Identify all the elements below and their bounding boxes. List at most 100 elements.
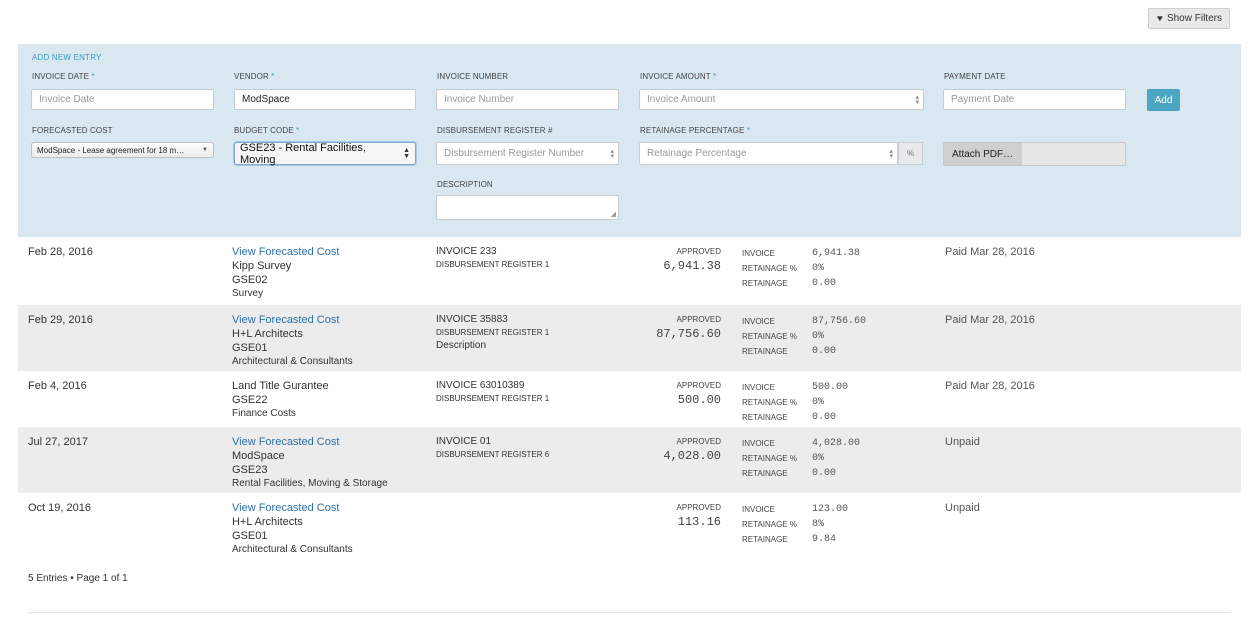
- disbursement-register: DISBURSEMENT REGISTER 1: [436, 328, 550, 337]
- invoice-amount-label: INVOICE: [742, 383, 775, 392]
- view-forecasted-cost-link[interactable]: View Forecasted Cost: [232, 501, 353, 515]
- retainage-input[interactable]: Retainage Percentage ▴ ▾: [639, 142, 898, 165]
- entry-date: Feb 29, 2016: [28, 314, 93, 326]
- entry-date: Feb 28, 2016: [28, 246, 93, 258]
- retainage-pct: 0%: [812, 453, 825, 464]
- budget-code: GSE01: [232, 342, 268, 354]
- forecasted-cost-select[interactable]: ModSpace - Lease agreement for 18 m… ▼: [31, 142, 214, 158]
- retainage-label: RETAINAGE: [742, 413, 788, 422]
- chevron-down-icon: ▼: [1154, 14, 1166, 23]
- attach-pdf-field[interactable]: Attach PDF…: [943, 142, 1126, 166]
- vendor-name: H+L Architects: [232, 328, 303, 340]
- disbursement-placeholder: Disbursement Register Number: [444, 148, 585, 159]
- resize-grip-icon[interactable]: ◢: [611, 210, 616, 218]
- status-badge: APPROVED: [676, 437, 721, 446]
- payment-status: Paid Mar 28, 2016: [945, 246, 1035, 258]
- table-row: Feb 29, 2016 View Forecasted Cost H+L Arc…: [18, 305, 1241, 371]
- select-arrows-icon: ▲ ▼: [403, 146, 410, 160]
- retainage-amount: 0.00: [812, 278, 837, 289]
- disbursement-input[interactable]: Disbursement Register Number ▴ ▾: [436, 142, 619, 165]
- budget-code-select[interactable]: GSE23 - Rental Facilities, Moving ▲ ▼: [234, 141, 416, 166]
- invoice-date-input[interactable]: Invoice Date: [31, 89, 214, 110]
- view-forecasted-cost-link[interactable]: View Forecasted Cost: [232, 245, 339, 259]
- invoice-date-label: INVOICE DATE *: [32, 72, 95, 81]
- retainage-pct-label: RETAINAGE %: [742, 398, 797, 407]
- retainage-pct: 0%: [812, 263, 825, 274]
- divider: [28, 612, 1230, 613]
- invoice-amount-label: INVOICE AMOUNT *: [640, 72, 717, 81]
- invoice-amount-label: INVOICE: [742, 317, 775, 326]
- budget-code: GSE22: [232, 394, 268, 406]
- pagination-info: 5 Entries • Page 1 of 1: [28, 573, 128, 584]
- status-badge: APPROVED: [676, 503, 721, 512]
- disbursement-register: DISBURSEMENT REGISTER 1: [436, 394, 550, 403]
- attach-pdf-button[interactable]: Attach PDF…: [944, 143, 1022, 165]
- view-forecasted-cost-link[interactable]: View Forecasted Cost: [232, 435, 388, 449]
- invoice-amount: 123.00: [812, 504, 849, 515]
- retainage-label: RETAINAGE: [742, 279, 788, 288]
- add-entry-title: ADD NEW ENTRY: [32, 53, 102, 62]
- retainage-pct-label: RETAINAGE %: [742, 332, 797, 341]
- vendor-name: Kipp Survey: [232, 260, 292, 272]
- invoice-amount-input[interactable]: Invoice Amount ▴ ▾: [639, 89, 924, 110]
- invoice-details: INVOICE 500.00 RETAINAGE % 0% RETAINAGE 0.0…: [742, 380, 848, 425]
- add-button[interactable]: Add: [1147, 89, 1180, 111]
- payment-status: Unpaid: [945, 436, 980, 448]
- invoice-number-input[interactable]: Invoice Number: [436, 89, 619, 110]
- chevron-down-icon: ▼: [202, 147, 208, 153]
- amount-cell: APPROVED 87,756.60: [618, 313, 721, 341]
- stepper-icon[interactable]: ▴ ▾: [915, 94, 919, 106]
- invoice-number-label: INVOICE NUMBER: [437, 72, 509, 81]
- retainage-label: RETAINAGE: [742, 347, 788, 356]
- retainage-amount: 0.00: [812, 346, 837, 357]
- retainage-pct: 0%: [812, 397, 825, 408]
- forecasted-cost-value: ModSpace - Lease agreement for 18 m…: [37, 145, 185, 155]
- entry-description: Description: [436, 340, 487, 351]
- budget-category: Architectural & Consultants: [232, 544, 353, 555]
- vendor-input[interactable]: ModSpace: [234, 89, 416, 110]
- invoice-details: INVOICE 123.00 RETAINAGE % 8% RETAINAGE 9.8…: [742, 502, 848, 547]
- retainage-pct: 0%: [812, 331, 825, 342]
- retainage-amount: 0.00: [812, 468, 837, 479]
- approved-amount: 113.16: [677, 515, 721, 529]
- invoice-details: INVOICE 4,028.00 RETAINAGE % 0% RETAINAGE 0…: [742, 436, 860, 481]
- description-label: DESCRIPTION: [437, 180, 493, 189]
- vendor-cell: View Forecasted Cost H+L Architects GSE01 A…: [232, 313, 353, 369]
- budget-code-value: GSE23 - Rental Facilities, Moving: [240, 141, 366, 166]
- payment-date-input[interactable]: Payment Date: [943, 89, 1126, 110]
- vendor-cell: View Forecasted Cost Kipp Survey GSE02 Surv…: [232, 245, 339, 301]
- retainage-pct: 8%: [812, 519, 825, 530]
- stepper-icon[interactable]: ▴ ▾: [610, 148, 614, 160]
- invoice-number: INVOICE 233: [436, 246, 497, 257]
- amount-cell: APPROVED 6,941.38: [618, 245, 721, 273]
- budget-category: Rental Facilities, Moving & Storage: [232, 478, 388, 489]
- entry-date: Jul 27, 2017: [28, 436, 88, 448]
- payment-status: Paid Mar 28, 2016: [945, 380, 1035, 392]
- description-textarea[interactable]: ◢: [436, 195, 619, 220]
- payment-date-label: PAYMENT DATE: [944, 72, 1006, 81]
- invoice-cell: INVOICE 63010389 DISBURSEMENT REGISTER 1: [436, 379, 549, 405]
- status-badge: APPROVED: [676, 381, 721, 390]
- show-filters-button[interactable]: ▼ Show Filters: [1148, 8, 1230, 29]
- approved-amount: 4,028.00: [663, 449, 721, 463]
- payment-status: Paid Mar 28, 2016: [945, 314, 1035, 326]
- disbursement-label: DISBURSEMENT REGISTER #: [437, 126, 553, 135]
- budget-code: GSE02: [232, 274, 268, 286]
- table-row: Feb 4, 2016 Land Title Gurantee GSE22 Fina…: [18, 371, 1241, 427]
- invoice-amount-label: INVOICE: [742, 505, 775, 514]
- invoice-number: INVOICE 63010389: [436, 380, 525, 391]
- approved-amount: 87,756.60: [656, 327, 721, 341]
- show-filters-label: Show Filters: [1166, 13, 1222, 24]
- view-forecasted-cost-link[interactable]: View Forecasted Cost: [232, 313, 353, 327]
- invoice-details: INVOICE 87,756.60 RETAINAGE % 0% RETAINAGE…: [742, 314, 866, 359]
- vendor-label: VENDOR *: [234, 72, 275, 81]
- retainage-pct-label: RETAINAGE %: [742, 520, 797, 529]
- add-entry-panel: ADD NEW ENTRY INVOICE DATE * VENDOR * IN…: [18, 44, 1241, 237]
- retainage-amount: 0.00: [812, 412, 837, 423]
- retainage-label: RETAINAGE: [742, 535, 788, 544]
- amount-cell: APPROVED 4,028.00: [618, 435, 721, 463]
- stepper-icon[interactable]: ▴ ▾: [889, 148, 893, 160]
- disbursement-register: DISBURSEMENT REGISTER 1: [436, 260, 550, 269]
- approved-amount: 500.00: [677, 393, 721, 407]
- amount-cell: APPROVED 113.16: [618, 501, 721, 529]
